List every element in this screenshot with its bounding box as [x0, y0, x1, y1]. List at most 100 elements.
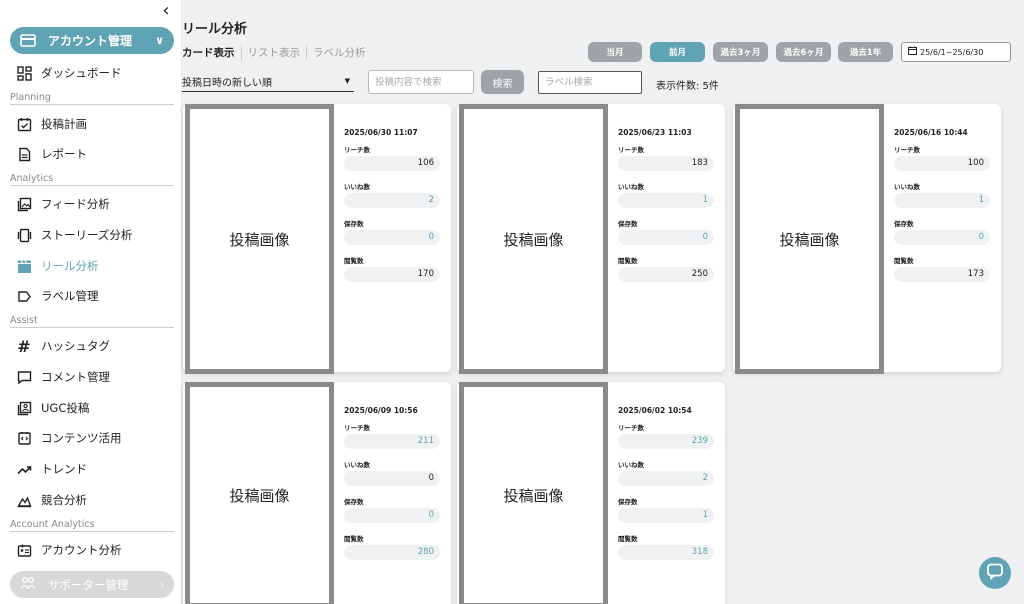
sidebar-item-label: レポート [41, 147, 87, 161]
saves-label: 保存数 [344, 498, 364, 506]
caret-down-icon: ▼ [344, 77, 350, 85]
section-label-analytics: Analytics [10, 173, 174, 186]
sidebar-item-content-utilization[interactable]: コンテンツ活用 [16, 426, 122, 450]
sidebar-item-label: 投稿計画 [41, 117, 87, 131]
reach-value: 211 [344, 434, 440, 449]
likes-value: 0 [344, 471, 440, 486]
date-range-picker[interactable]: 25/6/1~25/6/30 [901, 42, 1011, 62]
supporter-management-button[interactable]: サポーター管理 › [10, 571, 174, 598]
likes-value: 2 [618, 471, 714, 486]
sidebar-item-label: コンテンツ活用 [41, 431, 122, 445]
sidebar-item-label: リール分析 [41, 259, 99, 273]
sidebar-item-account-analysis[interactable]: アカウント分析 [16, 538, 122, 562]
result-count: 表示件数: 5件 [656, 81, 719, 92]
likes-label: いいね数 [344, 461, 370, 469]
post-date: 2025/06/02 10:54 [618, 406, 692, 415]
saves-value: 0 [618, 230, 714, 245]
search-button[interactable]: 検索 [481, 70, 524, 94]
sidebar-item-label-management[interactable]: ラベル管理 [16, 284, 99, 308]
post-card[interactable]: 投稿画像 2025/06/02 10:54 リーチ数 239 いいね数 2 保存… [457, 382, 725, 604]
views-label: 閲覧数 [894, 257, 914, 265]
collapse-sidebar-icon[interactable]: ‹ [157, 1, 175, 21]
supporter-management-label: サポーター管理 [48, 577, 129, 592]
chat-support-button[interactable] [979, 557, 1011, 589]
card-icon [20, 34, 36, 48]
sidebar-item-label: コメント管理 [41, 370, 110, 384]
sidebar-item-label: ストーリーズ分析 [41, 228, 133, 242]
likes-value: 1 [618, 193, 714, 208]
period-3-months-button[interactable]: 過去3ヶ月 [713, 42, 768, 62]
sidebar-item-label: ハッシュタグ [41, 339, 110, 353]
code-file-icon [16, 430, 32, 446]
post-stats: 2025/06/02 10:54 リーチ数 239 いいね数 2 保存数 1 閲… [618, 406, 714, 570]
post-stats: 2025/06/23 11:03 リーチ数 183 いいね数 1 保存数 0 閲… [618, 128, 714, 292]
views-value: 250 [618, 267, 714, 282]
sidebar-item-stories-analysis[interactable]: ストーリーズ分析 [16, 223, 132, 247]
sort-value: 投稿日時の新しい順 [182, 77, 272, 89]
reach-value: 100 [894, 156, 990, 171]
document-icon [16, 146, 32, 162]
views-label: 閲覧数 [344, 257, 364, 265]
sidebar-item-ugc-posts[interactable]: UGC投稿 [16, 396, 89, 420]
account-management-label: アカウント管理 [48, 34, 133, 48]
sidebar-item-dashboard[interactable]: ダッシュボード [16, 61, 122, 85]
post-card[interactable]: 投稿画像 2025/06/16 10:44 リーチ数 100 いいね数 1 保存… [733, 104, 1001, 374]
views-value: 318 [618, 545, 714, 560]
post-date: 2025/06/16 10:44 [894, 128, 968, 137]
account-management-button[interactable]: アカウント管理 ∨ [10, 27, 174, 54]
views-value: 173 [894, 267, 990, 282]
clapperboard-icon [16, 258, 32, 274]
likes-label: いいね数 [618, 461, 644, 469]
likes-value: 2 [344, 193, 440, 208]
sidebar-item-label: ダッシュボード [41, 66, 122, 80]
period-last-month-button[interactable]: 前月 [650, 42, 705, 62]
period-6-months-button[interactable]: 過去6ヶ月 [776, 42, 831, 62]
sidebar-item-hashtag[interactable]: # ハッシュタグ [16, 334, 110, 358]
post-stats: 2025/06/30 11:07 リーチ数 106 いいね数 2 保存数 0 閲… [344, 128, 440, 292]
likes-value: 1 [894, 193, 990, 208]
tab-list-view[interactable]: リスト表示 [240, 45, 307, 60]
sidebar-item-post-plan[interactable]: 投稿計画 [16, 112, 87, 136]
saves-label: 保存数 [618, 220, 638, 228]
reach-label: リーチ数 [618, 424, 644, 432]
post-card[interactable]: 投稿画像 2025/06/09 10:56 リーチ数 211 いいね数 0 保存… [183, 382, 451, 604]
post-image-placeholder: 投稿画像 [185, 104, 334, 374]
reach-label: リーチ数 [344, 424, 370, 432]
trending-up-icon [16, 461, 32, 477]
page-title: リール分析 [182, 22, 248, 37]
post-date: 2025/06/09 10:56 [344, 406, 418, 415]
section-label-planning: Planning [10, 92, 174, 105]
tab-card-view[interactable]: カード表示 [182, 45, 241, 60]
hashtag-icon: # [17, 336, 31, 356]
reach-value: 183 [618, 156, 714, 171]
label-search-input[interactable] [538, 71, 642, 94]
chevron-down-icon: ∨ [155, 34, 164, 47]
search-input[interactable] [368, 70, 474, 94]
sidebar-item-comment-management[interactable]: コメント管理 [16, 365, 110, 389]
tab-label-analysis[interactable]: ラベル分析 [306, 45, 372, 60]
saves-value: 0 [344, 508, 440, 523]
sidebar-item-label: アカウント分析 [41, 543, 122, 557]
view-tabs: カード表示 リスト表示 ラベル分析 [182, 45, 372, 60]
sidebar-item-reel-analysis[interactable]: リール分析 [16, 254, 99, 278]
post-card[interactable]: 投稿画像 2025/06/30 11:07 リーチ数 106 いいね数 2 保存… [183, 104, 451, 374]
views-value: 170 [344, 267, 440, 282]
post-image-placeholder: 投稿画像 [459, 382, 608, 604]
post-card[interactable]: 投稿画像 2025/06/23 11:03 リーチ数 183 いいね数 1 保存… [457, 104, 725, 374]
post-date: 2025/06/30 11:07 [344, 128, 418, 137]
period-this-month-button[interactable]: 当月 [588, 42, 642, 62]
tag-icon [16, 288, 32, 304]
post-image-placeholder: 投稿画像 [185, 382, 334, 604]
sidebar-item-feed-analysis[interactable]: フィード分析 [16, 192, 110, 216]
sidebar-item-trend[interactable]: トレンド [16, 457, 87, 481]
sidebar-item-competitor-analysis[interactable]: 競合分析 [16, 488, 87, 512]
section-label-assist: Assist [10, 315, 174, 328]
views-label: 閲覧数 [618, 257, 638, 265]
views-label: 閲覧数 [618, 535, 638, 543]
sidebar-item-report[interactable]: レポート [16, 142, 87, 166]
sidebar-item-label: UGC投稿 [41, 401, 90, 415]
sort-dropdown[interactable]: 投稿日時の新しい順 ▼ [182, 71, 354, 92]
calendar-icon [908, 46, 917, 58]
likes-label: いいね数 [618, 183, 644, 191]
period-1-year-button[interactable]: 過去1年 [838, 42, 893, 62]
